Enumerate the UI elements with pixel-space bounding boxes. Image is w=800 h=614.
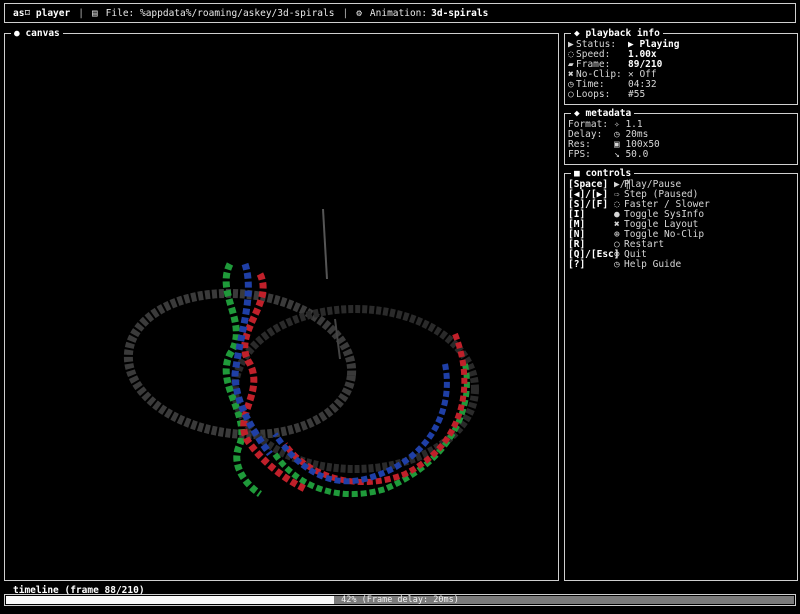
title-bar: as⌑ player | ▤ File: %appdata%/roaming/a…: [4, 3, 796, 23]
row-key: Loops:: [576, 89, 611, 100]
control-icon: ◷: [614, 259, 620, 270]
spiral-animation: [123, 208, 479, 498]
controls-panel: ■ controls [Space] ▶/‖ Play/Pause [◀]/[▶] ⇨ S…: [564, 168, 798, 581]
control-label: Help Guide: [624, 259, 682, 270]
separator: |: [78, 7, 84, 19]
playback-info-panel: ◆ playback info ▶ Status: ▶ Playing ◌ Speed:…: [564, 28, 798, 105]
metadata-title: ◆ metadata: [571, 108, 635, 119]
playback-title: ◆ playback info: [571, 28, 663, 39]
gear-icon: ⚙: [356, 7, 362, 19]
playback-row: ○ Loops: #55: [568, 90, 679, 100]
controls-title: ■ controls: [571, 168, 635, 179]
separator: |: [342, 7, 349, 19]
app-name: as⌑ player: [13, 7, 71, 19]
canvas-panel[interactable]: ● canvas: [4, 28, 559, 581]
timeline-progress-text: 42% (Frame delay: 20ms): [341, 595, 459, 605]
row-icon: ○: [568, 89, 574, 100]
file-icon: ▤: [91, 7, 98, 19]
metadata-panel: ◆ metadata Format: ✧ 1.1 Delay: ◷ 20ms Res: ▣…: [564, 108, 798, 165]
row-value: #55: [628, 89, 646, 100]
file-path: File: %appdata%/roaming/askey/3d-spirals: [105, 7, 335, 19]
row-key: FPS:: [568, 149, 591, 160]
row-value: ↘ 50.0: [614, 149, 649, 160]
timeline-bar[interactable]: 42% (Frame delay: 20ms): [4, 594, 796, 606]
animation-label: Animation:: [369, 7, 428, 19]
animation-name: 3d-spirals: [431, 7, 489, 19]
control-row: [?] ◷ Help Guide: [568, 260, 710, 270]
key-binding: [?]: [568, 259, 586, 270]
metadata-row: FPS: ↘ 50.0: [568, 150, 660, 160]
